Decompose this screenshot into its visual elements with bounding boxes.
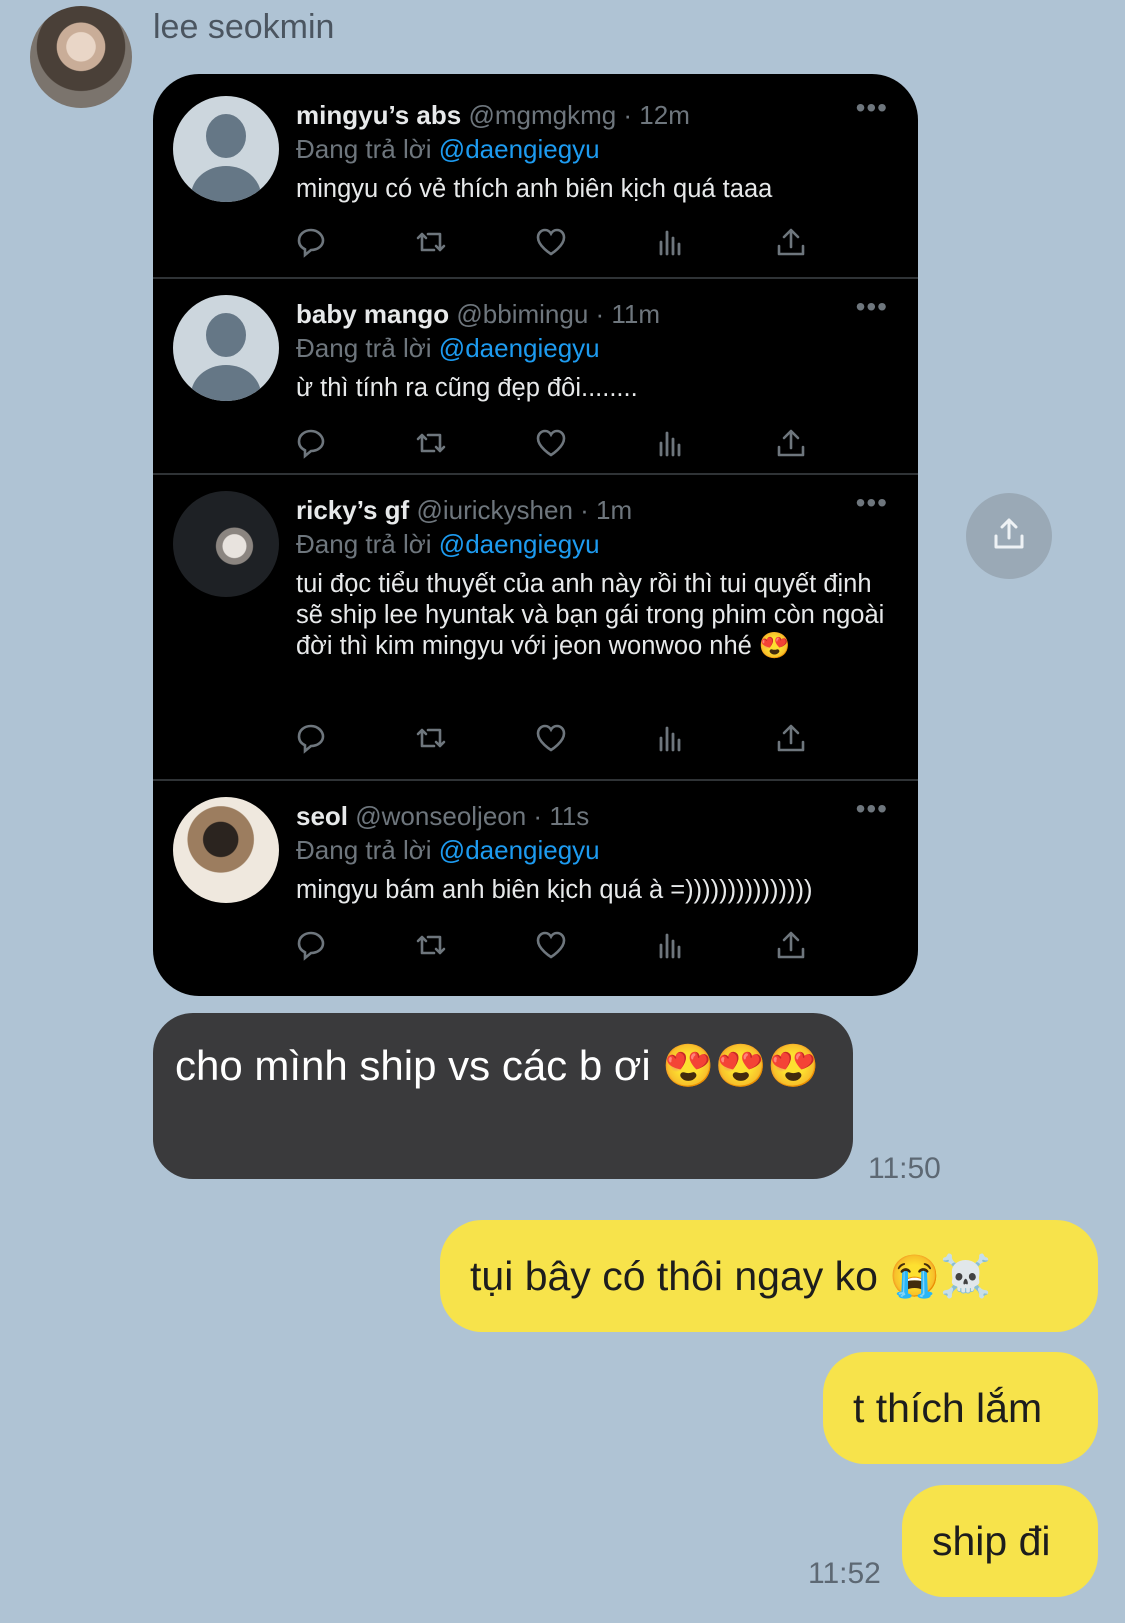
- more-icon: •••: [855, 291, 888, 322]
- reply-mention: @daengiegyu: [438, 134, 600, 164]
- tweet-handle-time: @bbimingu · 11m: [456, 299, 661, 329]
- reply-icon: [293, 927, 329, 963]
- reply-icon: [293, 720, 329, 756]
- tweet-actions: [293, 224, 833, 260]
- retweet-icon: [413, 224, 449, 260]
- incoming-message-time: 11:50: [868, 1152, 941, 1185]
- reply-icon: [293, 224, 329, 260]
- tweet-item: baby mango @bbimingu · 11m Đang trả lời …: [153, 277, 918, 475]
- tweet-item: ricky’s gf @iurickyshen · 1m Đang trả lờ…: [153, 473, 918, 781]
- tweet-author-name: ricky’s gf: [296, 495, 410, 525]
- reply-prefix: Đang trả lời: [296, 835, 432, 865]
- sender-name: lee seokmin: [153, 8, 335, 46]
- tweet-text: mingyu bám anh biên kịch quá à =))))))))…: [296, 876, 813, 904]
- share-icon: [773, 425, 809, 461]
- tweet-item: seol @wonseoljeon · 11s Đang trả lời @da…: [153, 779, 918, 996]
- reply-icon: [293, 425, 329, 461]
- reply-mention: @daengiegyu: [438, 333, 600, 363]
- tweet-actions: [293, 720, 833, 756]
- like-icon: [533, 720, 569, 756]
- tweet-handle-time: @wonseoljeon · 11s: [355, 801, 590, 831]
- analytics-icon: [653, 720, 689, 756]
- reply-mention: @daengiegyu: [438, 529, 600, 559]
- tweet-text: mingyu có vẻ thích anh biên kịch quá taa…: [296, 175, 773, 203]
- incoming-message-text: cho mình ship vs các b ơi 😍😍😍: [175, 1042, 820, 1089]
- like-icon: [533, 224, 569, 260]
- tweet-handle-time: @iurickyshen · 1m: [416, 495, 633, 525]
- tweet-item: mingyu’s abs @mgmgkmg · 12m Đang trả lời…: [153, 74, 918, 277]
- tweet-handle-time: @mgmgkmg · 12m: [468, 100, 690, 130]
- tweet-screenshot-image[interactable]: mingyu’s abs @mgmgkmg · 12m Đang trả lời…: [153, 74, 918, 996]
- retweet-icon: [413, 927, 449, 963]
- outgoing-message-text: tụi bây có thôi ngay ko 😭☠️: [470, 1253, 992, 1299]
- sender-avatar[interactable]: [30, 6, 132, 108]
- outgoing-message-bubble[interactable]: tụi bây có thôi ngay ko 😭☠️: [440, 1220, 1098, 1332]
- user-avatar: [173, 491, 279, 597]
- outgoing-message-bubble[interactable]: t thích lắm: [823, 1352, 1098, 1464]
- share-icon: [773, 224, 809, 260]
- tweet-author-name: baby mango: [296, 299, 450, 329]
- reply-prefix: Đang trả lời: [296, 333, 432, 363]
- outgoing-message-bubble[interactable]: ship đi: [902, 1485, 1098, 1597]
- tweet-author-name: mingyu’s abs: [296, 100, 462, 130]
- more-icon: •••: [855, 793, 888, 824]
- reply-prefix: Đang trả lời: [296, 134, 432, 164]
- outgoing-message-text: ship đi: [932, 1518, 1051, 1564]
- reply-prefix: Đang trả lời: [296, 529, 432, 559]
- analytics-icon: [653, 425, 689, 461]
- forward-icon[interactable]: [966, 493, 1052, 579]
- share-icon: [773, 927, 809, 963]
- retweet-icon: [413, 720, 449, 756]
- share-icon: [773, 720, 809, 756]
- analytics-icon: [653, 927, 689, 963]
- user-avatar: [173, 797, 279, 903]
- outgoing-message-time: 11:52: [808, 1557, 881, 1590]
- tweet-actions: [293, 927, 833, 963]
- reply-mention: @daengiegyu: [438, 835, 600, 865]
- tweet-text: tui đọc tiểu thuyết của anh này rồi thì …: [296, 570, 885, 660]
- like-icon: [533, 927, 569, 963]
- tweet-author-name: seol: [296, 801, 349, 831]
- incoming-message-bubble[interactable]: cho mình ship vs các b ơi 😍😍😍: [153, 1013, 853, 1179]
- more-icon: •••: [855, 92, 888, 123]
- tweet-actions: [293, 425, 833, 461]
- default-avatar: [173, 96, 279, 202]
- outgoing-message-text: t thích lắm: [853, 1385, 1043, 1431]
- retweet-icon: [413, 425, 449, 461]
- default-avatar: [173, 295, 279, 401]
- more-icon: •••: [855, 487, 888, 518]
- analytics-icon: [653, 224, 689, 260]
- tweet-text: ừ thì tính ra cũng đẹp đôi........: [296, 374, 638, 402]
- like-icon: [533, 425, 569, 461]
